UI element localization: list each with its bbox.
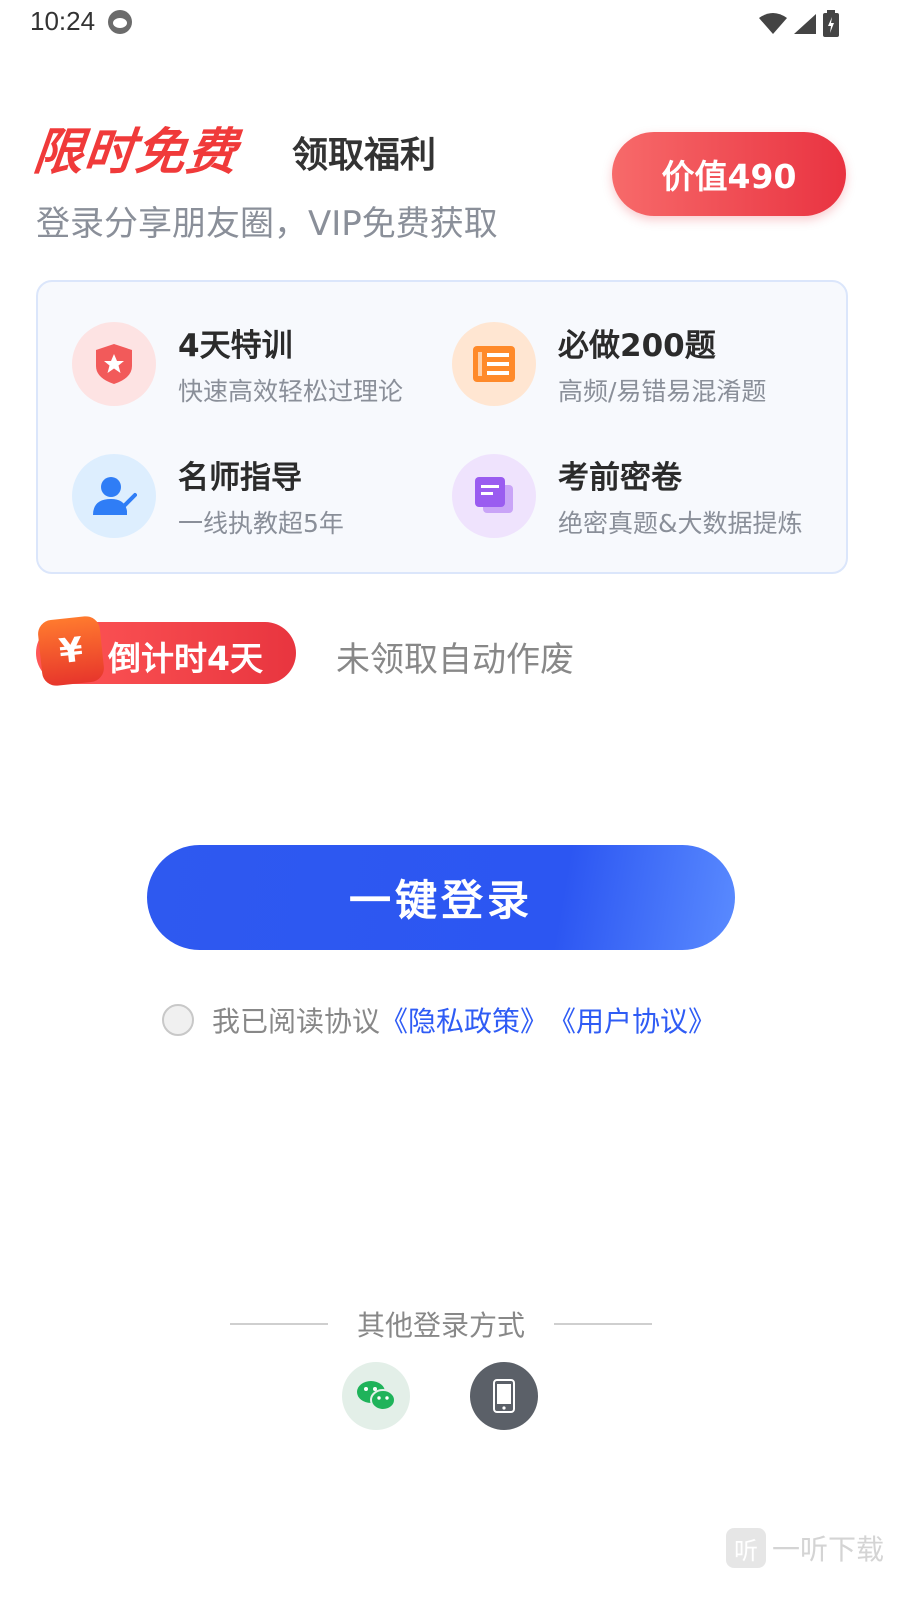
- promo-subtitle: 领取福利: [292, 135, 437, 176]
- other-login-divider: 其他登录方式: [230, 1304, 652, 1344]
- benefit-title: 4天特训: [178, 328, 293, 364]
- teacher-icon: [72, 454, 156, 538]
- status-icons: [758, 10, 840, 38]
- benefits-card: 4天特训 快速高效轻松过理论 必做200题 高频/易错易混淆题 名师指导 一线执…: [36, 280, 848, 574]
- countdown-text: 倒计时4天: [108, 639, 263, 678]
- countdown-badge: ¥ 倒计时4天: [36, 614, 296, 688]
- promo-title: 限时免费: [30, 123, 241, 181]
- divider-line: [230, 1323, 328, 1325]
- privacy-policy-link[interactable]: 《隐私政策》: [380, 1000, 548, 1040]
- exam-paper-icon: [452, 454, 536, 538]
- agreement-row: 我已阅读协议 《隐私政策》 《用户协议》: [162, 1000, 716, 1040]
- other-login-label: 其他登录方式: [356, 1309, 525, 1342]
- benefit-desc: 高频/易错易混淆题: [558, 377, 767, 406]
- benefit-title: 考前密卷: [558, 460, 682, 496]
- benefit-item: 4天特训 快速高效轻松过理论: [72, 322, 452, 422]
- watermark-logo: 听: [726, 1528, 766, 1568]
- phone-login-button[interactable]: [470, 1362, 538, 1430]
- benefit-title: 必做200题: [558, 328, 716, 364]
- wechat-icon: [357, 1381, 396, 1411]
- ticket-list-icon: [452, 322, 536, 406]
- value-badge: 价值490: [612, 132, 846, 216]
- one-click-login-button[interactable]: 一键登录: [147, 845, 735, 950]
- wechat-login-button[interactable]: [342, 1362, 410, 1430]
- agreement-checkbox[interactable]: [162, 1004, 194, 1036]
- wifi-icon: [759, 13, 787, 34]
- watermark-text: 一听下载: [772, 1533, 885, 1566]
- benefit-desc: 绝密真题&大数据提炼: [558, 509, 803, 538]
- divider-line: [553, 1323, 652, 1325]
- benefit-item: 名师指导 一线执教超5年: [72, 454, 452, 554]
- benefit-desc: 快速高效轻松过理论: [178, 377, 404, 406]
- yuan-icon: ¥: [36, 614, 106, 688]
- benefit-item: 必做200题 高频/易错易混淆题: [452, 322, 832, 422]
- status-time: 10:24: [30, 6, 96, 36]
- notification-icon: [108, 10, 132, 34]
- battery-icon: [823, 10, 839, 37]
- benefit-title: 名师指导: [178, 460, 302, 496]
- agreement-text: 我已阅读协议: [212, 1005, 381, 1038]
- benefit-desc: 一线执教超5年: [178, 509, 344, 538]
- phone-icon: [493, 1379, 515, 1413]
- watermark: 听 一听下载: [726, 1528, 884, 1568]
- user-agreement-link[interactable]: 《用户协议》: [548, 1000, 716, 1040]
- benefit-item: 考前密卷 绝密真题&大数据提炼: [452, 454, 832, 554]
- expire-note: 未领取自动作废: [336, 640, 574, 680]
- signal-icon: [794, 14, 816, 34]
- shield-star-icon: [72, 322, 156, 406]
- promo-description: 登录分享朋友圈，VIP免费获取: [36, 204, 498, 244]
